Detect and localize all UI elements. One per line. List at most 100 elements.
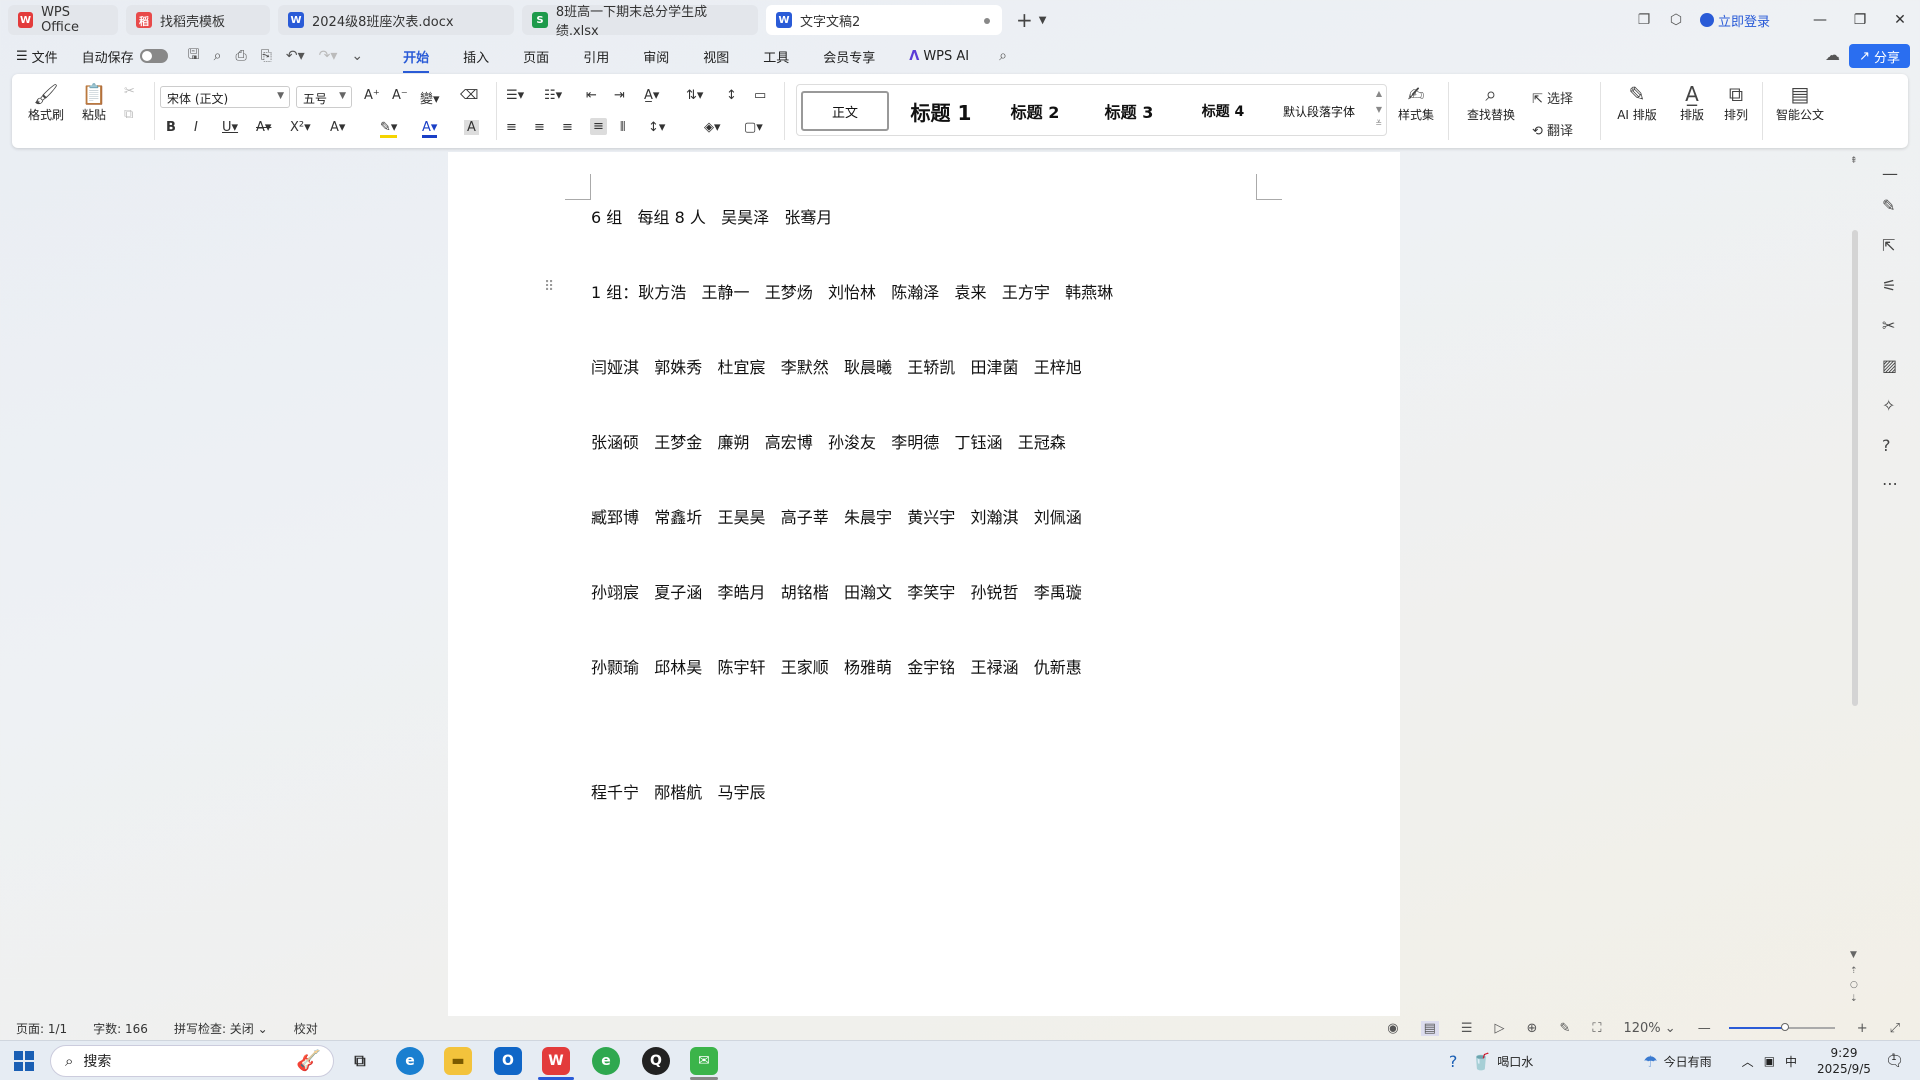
zoom-level[interactable]: 120% ⌄ bbox=[1623, 1021, 1675, 1036]
tab-review[interactable]: 审阅 bbox=[643, 47, 669, 66]
prev-page-icon[interactable]: ⇡ bbox=[1850, 966, 1858, 976]
font-name-select[interactable]: 宋体 (正文) ▼ bbox=[160, 86, 290, 108]
qq-icon[interactable]: Q bbox=[642, 1047, 670, 1075]
tab-page[interactable]: 页面 bbox=[523, 47, 549, 66]
doc-paragraph[interactable]: 臧郅博 常鑫圻 王昊昊 高子莘 朱晨宇 黄兴宇 刘瀚淇 刘佩涵 bbox=[591, 504, 1082, 528]
zoom-out-icon[interactable]: — bbox=[1698, 1021, 1711, 1036]
decrease-font-icon[interactable]: A⁻ bbox=[392, 88, 408, 103]
edge-icon[interactable]: e bbox=[396, 1047, 424, 1075]
bullet-list-icon[interactable]: ☰▾ bbox=[506, 88, 524, 103]
zoom-slider-knob[interactable] bbox=[1780, 1023, 1789, 1031]
bold-icon[interactable]: B bbox=[166, 120, 176, 135]
wps-office-icon[interactable]: W bbox=[542, 1047, 570, 1075]
shading-icon[interactable]: ◈▾ bbox=[704, 120, 721, 135]
browse-object-icon[interactable]: ○ bbox=[1850, 980, 1858, 990]
pinyin-icon[interactable]: 變▾ bbox=[420, 88, 440, 107]
weather-label[interactable]: 今日有雨 bbox=[1664, 1053, 1712, 1070]
wps-ai-button[interactable]: Ʌ WPS AI bbox=[909, 49, 969, 64]
scroll-down-icon[interactable]: ▼ bbox=[1850, 950, 1857, 960]
tools-icon[interactable]: ✂ bbox=[1882, 316, 1895, 335]
adjust-icon[interactable]: ⚟ bbox=[1882, 276, 1896, 295]
doc-paragraph[interactable]: 闫娅淇 郭姝秀 杜宜宸 李默然 耿晨曦 王轿凯 田津菌 王梓旭 bbox=[591, 354, 1082, 378]
tab-wps-office[interactable]: W WPS Office bbox=[8, 5, 118, 35]
redo-icon[interactable]: ↷▾ bbox=[319, 48, 338, 64]
sort-icon[interactable]: ⇅▾ bbox=[686, 88, 703, 103]
align-center-icon[interactable]: ≡ bbox=[534, 120, 545, 135]
fit-page-icon[interactable]: ⛶ bbox=[1592, 1021, 1601, 1036]
select-cursor-icon[interactable]: ⇱ bbox=[1882, 236, 1895, 255]
layout-button[interactable]: A̲ 排版 bbox=[1672, 82, 1712, 123]
clock[interactable]: 9:29 2025/9/5 bbox=[1817, 1045, 1871, 1077]
style-set-button[interactable]: ✍ 样式集 bbox=[1390, 82, 1442, 123]
font-size-select[interactable]: 五号 ▼ bbox=[296, 86, 352, 108]
fullscreen-icon[interactable]: ⤢ bbox=[1890, 1021, 1900, 1036]
select-button[interactable]: ⇱ 选择 bbox=[1532, 88, 1573, 107]
underline-icon[interactable]: U▾ bbox=[222, 120, 238, 135]
drag-handle-icon[interactable]: ⠿ bbox=[544, 279, 554, 295]
italic-icon[interactable]: I bbox=[194, 120, 198, 135]
line-spacing-icon[interactable]: ↕▾ bbox=[648, 120, 665, 135]
play-icon[interactable]: ▷ bbox=[1495, 1021, 1505, 1036]
line-sort-icon[interactable]: ↕ bbox=[726, 88, 737, 103]
page-indicator[interactable]: 页面: 1/1 bbox=[16, 1020, 67, 1037]
zoom-in-icon[interactable]: + bbox=[1857, 1021, 1868, 1036]
strikethrough-icon[interactable]: A▾ bbox=[256, 120, 271, 135]
help-icon[interactable]: ? bbox=[1882, 436, 1891, 455]
doc-paragraph[interactable]: 程千宁 邴楷航 马宇辰 bbox=[591, 779, 766, 803]
align-right-icon[interactable]: ≡ bbox=[562, 120, 573, 135]
increase-font-icon[interactable]: A⁺ bbox=[364, 88, 380, 103]
clear-format-icon[interactable]: ⌫ bbox=[460, 88, 478, 103]
format-icon[interactable]: ⌕ bbox=[214, 48, 222, 64]
numbered-list-icon[interactable]: ☷▾ bbox=[544, 88, 562, 103]
file-explorer-icon[interactable]: ▬ bbox=[444, 1047, 472, 1075]
style-heading-2[interactable]: 标题 2 bbox=[991, 91, 1079, 131]
text-direction-icon[interactable]: A̲▾ bbox=[644, 88, 659, 103]
rain-icon[interactable]: ☂ bbox=[1643, 1052, 1657, 1071]
superscript-icon[interactable]: X²▾ bbox=[290, 120, 311, 135]
style-heading-1[interactable]: 标题 1 bbox=[897, 91, 985, 131]
write-icon[interactable]: ✎ bbox=[1559, 1021, 1570, 1036]
minimize-icon[interactable]: — bbox=[1800, 12, 1840, 28]
tab-member[interactable]: 会员专享 bbox=[823, 47, 875, 66]
unsaved-dot-icon[interactable] bbox=[984, 18, 990, 24]
ai-layout-button[interactable]: ✎ AI 排版 bbox=[1608, 82, 1666, 123]
zoom-slider[interactable] bbox=[1728, 1023, 1835, 1031]
vertical-scrollbar[interactable] bbox=[1852, 230, 1858, 706]
chart-icon[interactable]: ▨ bbox=[1882, 356, 1897, 375]
share-button[interactable]: ↗ 分享 bbox=[1849, 44, 1910, 68]
search-icon[interactable]: ⌕ bbox=[999, 48, 1007, 64]
quick-access-more-icon[interactable]: ⌄ bbox=[351, 48, 363, 64]
eye-icon[interactable]: ◉ bbox=[1387, 1021, 1398, 1036]
word-count[interactable]: 字数: 166 bbox=[93, 1020, 148, 1037]
print-preview-icon[interactable]: ⎘ bbox=[261, 48, 272, 64]
doc-paragraph[interactable]: 1 组：耿方浩 王静一 王梦炀 刘怡林 陈瀚泽 袁来 王方宇 韩燕琳 bbox=[591, 279, 1113, 303]
browser-icon[interactable]: e bbox=[592, 1047, 620, 1075]
print-icon[interactable]: ⎙ bbox=[235, 48, 246, 64]
style-normal[interactable]: 正文 bbox=[801, 91, 889, 131]
window-layout-icon[interactable]: ❐ bbox=[1628, 12, 1660, 28]
shirt-icon[interactable]: ✧ bbox=[1882, 396, 1895, 415]
cut-icon[interactable]: ✂ bbox=[124, 84, 135, 99]
network-icon[interactable]: ▣ bbox=[1764, 1054, 1775, 1068]
scroll-top-icon[interactable]: ⇞ bbox=[1850, 156, 1858, 166]
outline-view-icon[interactable]: ☰ bbox=[1461, 1021, 1473, 1036]
tab-insert[interactable]: 插入 bbox=[463, 47, 489, 66]
restore-icon[interactable]: ❐ bbox=[1840, 12, 1880, 28]
show-marks-icon[interactable]: ▭ bbox=[754, 88, 766, 103]
align-left-icon[interactable]: ≡ bbox=[506, 120, 517, 135]
char-shading-icon[interactable]: A bbox=[464, 120, 479, 135]
save-icon[interactable]: 🖫 bbox=[188, 44, 200, 68]
new-tab-plus-icon[interactable]: + bbox=[1016, 8, 1033, 32]
border-icon[interactable]: ▢▾ bbox=[744, 120, 763, 135]
tab-docer-templates[interactable]: 稻 找稻壳模板 bbox=[126, 5, 270, 35]
next-page-icon[interactable]: ⇣ bbox=[1850, 994, 1858, 1004]
drink-water-label[interactable]: 喝口水 bbox=[1497, 1053, 1533, 1070]
scroll-up-icon[interactable]: ▲ bbox=[1376, 89, 1382, 98]
cloud-upload-icon[interactable]: ☁ bbox=[1825, 46, 1840, 64]
paste-button[interactable]: 📋 粘贴 bbox=[74, 82, 114, 123]
find-replace-button[interactable]: ⌕ 查找替换 bbox=[1456, 82, 1526, 123]
tab-scores-xlsx[interactable]: S 8班高一下期末总分学生成绩.xlsx bbox=[522, 5, 758, 39]
notification-icon[interactable]: 🗨 1 bbox=[1885, 1052, 1904, 1070]
style-heading-3[interactable]: 标题 3 bbox=[1085, 91, 1173, 131]
web-view-icon[interactable]: ⊕ bbox=[1527, 1021, 1538, 1036]
